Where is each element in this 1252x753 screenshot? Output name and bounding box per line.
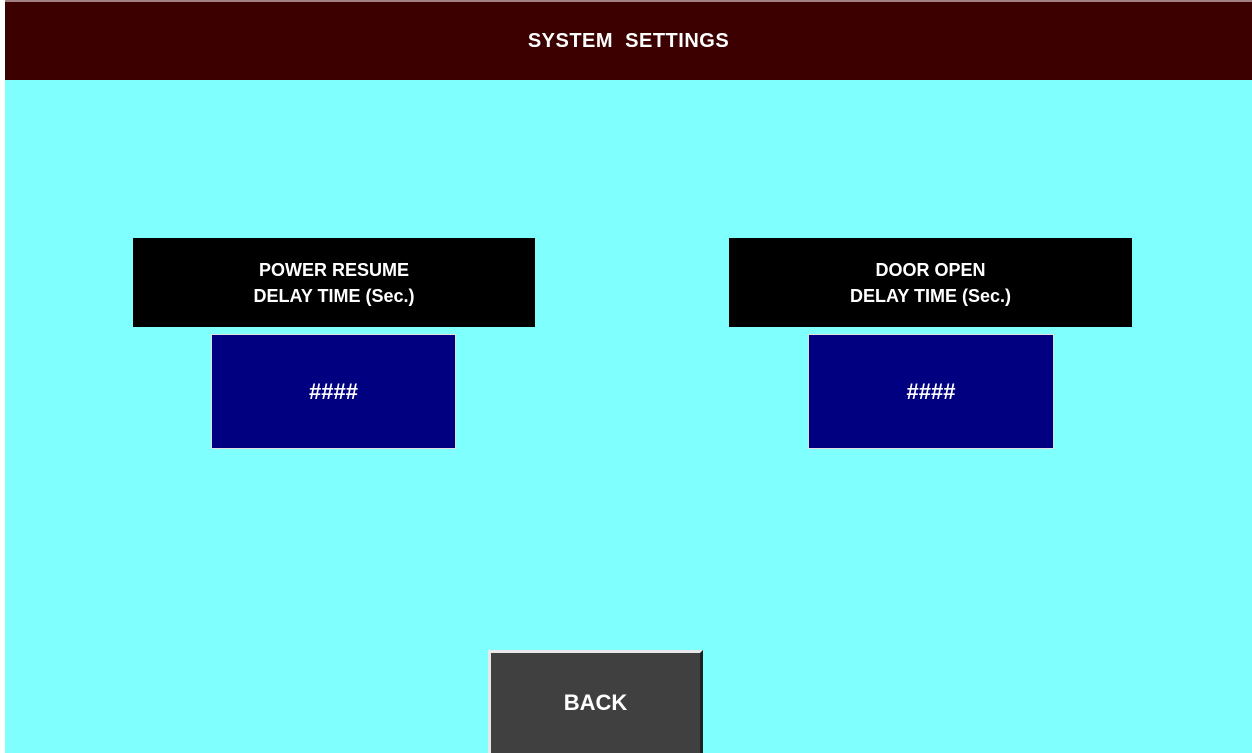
title-bar: SYSTEM SETTINGS	[5, 0, 1252, 80]
back-button[interactable]: BACK	[488, 650, 703, 753]
system-settings-screen: SYSTEM SETTINGS POWER RESUME DELAY TIME …	[5, 0, 1252, 753]
power-resume-label-line1: POWER RESUME	[258, 259, 409, 280]
page-title: SYSTEM SETTINGS	[527, 29, 730, 52]
power-resume-delay-label: POWER RESUME DELAY TIME (Sec.)	[133, 238, 535, 327]
door-open-delay-value: ####	[906, 378, 956, 404]
door-open-label-line2: DELAY TIME (Sec.)	[849, 285, 1012, 306]
door-open-delay-input[interactable]: ####	[808, 334, 1054, 449]
power-resume-delay-input[interactable]: ####	[211, 334, 456, 449]
door-open-label-line1: DOOR OPEN	[875, 259, 986, 280]
power-resume-label-line2: DELAY TIME (Sec.)	[253, 285, 415, 306]
power-resume-delay-value: ####	[309, 378, 358, 404]
back-button-label: BACK	[563, 690, 628, 715]
door-open-delay-label: DOOR OPEN DELAY TIME (Sec.)	[729, 238, 1132, 327]
